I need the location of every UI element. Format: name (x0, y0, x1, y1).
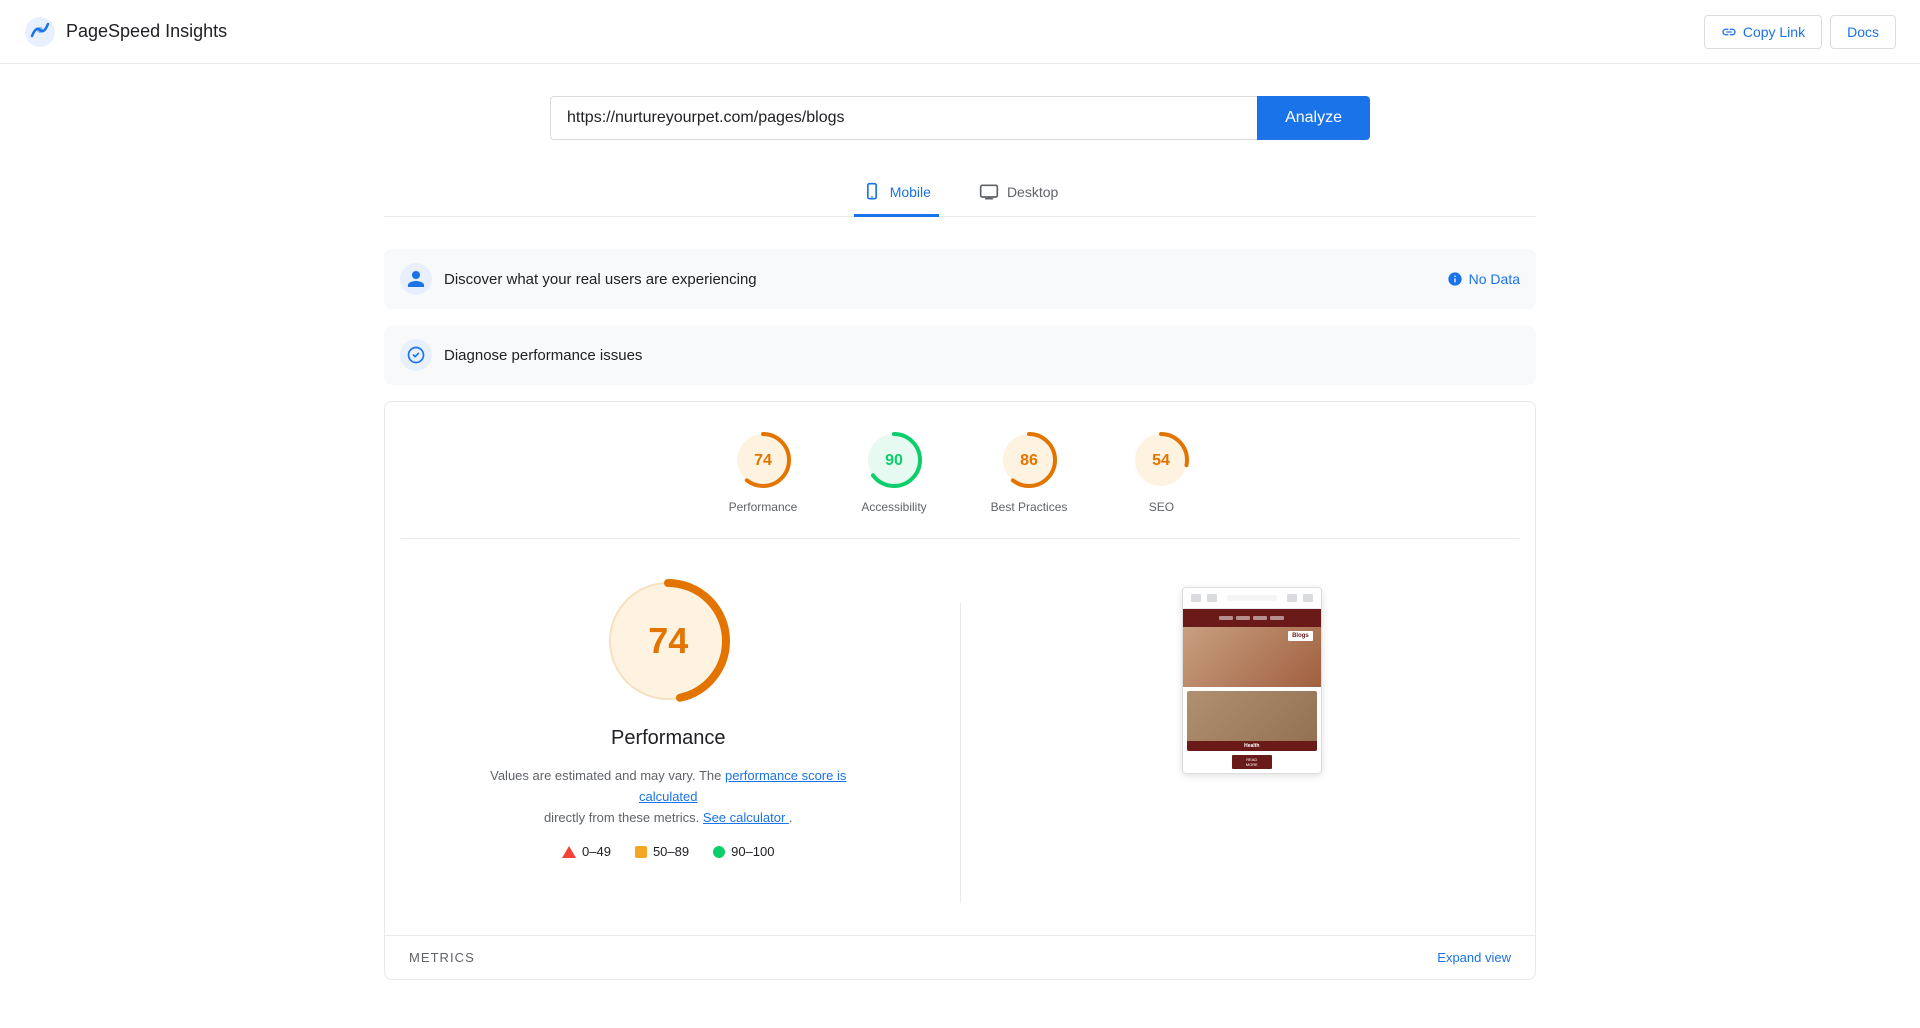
site-screenshot: Blogs Health READ MORE (1182, 587, 1322, 774)
mockup-logo (1227, 595, 1277, 601)
desktop-icon (979, 182, 999, 202)
header: PageSpeed Insights Copy Link Docs (0, 0, 1920, 64)
real-users-icon (400, 263, 432, 295)
analyze-button[interactable]: Analyze (1257, 96, 1370, 140)
device-tabs: Mobile Desktop (384, 172, 1536, 217)
big-score: 74 (598, 571, 738, 711)
score-accessibility[interactable]: 90 Accessibility (861, 430, 926, 514)
url-input[interactable] (550, 96, 1257, 140)
mockup-menu-icon (1191, 594, 1201, 602)
app-title: PageSpeed Insights (66, 21, 227, 42)
calculator-link[interactable]: See calculator (703, 810, 789, 825)
perf-divider (960, 603, 961, 903)
logo-area: PageSpeed Insights (24, 16, 227, 48)
legend-red-icon (562, 846, 576, 858)
mockup-toolbar (1183, 588, 1321, 609)
score-best-practices[interactable]: 86 Best Practices (991, 430, 1068, 514)
main-content: Analyze Mobile Desktop Di (360, 64, 1560, 1028)
real-users-title: Discover what your real users are experi… (444, 271, 757, 288)
info-icon (1447, 271, 1463, 287)
legend-red: 0–49 (562, 844, 611, 859)
mockup-health-label: Health (1187, 741, 1317, 751)
copy-link-label: Copy Link (1743, 24, 1805, 40)
legend-green: 90–100 (713, 844, 774, 859)
header-actions: Copy Link Docs (1704, 15, 1896, 49)
performance-right: Blogs Health READ MORE (993, 571, 1512, 774)
best-practices-circle: 86 (999, 430, 1059, 490)
mockup-hero: Blogs (1183, 627, 1321, 687)
performance-label: Performance (729, 500, 798, 514)
seo-label: SEO (1149, 500, 1174, 514)
score-card: 74 Performance 90 Accessibility 86 Best … (384, 401, 1536, 980)
svg-text:90: 90 (885, 452, 903, 469)
score-performance[interactable]: 74 Performance (729, 430, 798, 514)
pagespeed-logo (24, 16, 56, 48)
svg-text:74: 74 (754, 452, 772, 469)
performance-description: Values are estimated and may vary. The p… (478, 766, 858, 828)
legend-green-icon (713, 846, 725, 858)
url-section: Analyze (550, 96, 1370, 140)
expand-view-link[interactable]: Expand view (1437, 950, 1511, 965)
mockup-read-more-btn: READ MORE (1232, 755, 1272, 769)
metrics-footer: METRICS Expand view (385, 935, 1535, 979)
mockup-user-icon (1287, 594, 1297, 602)
scores-row: 74 Performance 90 Accessibility 86 Best … (385, 402, 1535, 538)
best-practices-label: Best Practices (991, 500, 1068, 514)
diagnose-title: Diagnose performance issues (444, 347, 642, 364)
tab-mobile-label: Mobile (890, 184, 931, 200)
mockup-blogs-label: Blogs (1288, 631, 1313, 641)
no-data-label: No Data (1469, 271, 1520, 287)
copy-link-button[interactable]: Copy Link (1704, 15, 1822, 49)
performance-detail: 74 Performance Values are estimated and … (385, 539, 1535, 935)
mockup-search-icon (1207, 594, 1217, 602)
real-users-banner: Discover what your real users are experi… (384, 249, 1536, 309)
seo-circle: 54 (1131, 430, 1191, 490)
diagnose-icon (400, 339, 432, 371)
mockup-cart-icon (1303, 594, 1313, 602)
accessibility-circle: 90 (864, 430, 924, 490)
big-score-number: 74 (648, 620, 688, 662)
docs-link[interactable]: Docs (1830, 15, 1896, 49)
mobile-icon (862, 182, 882, 202)
tab-mobile[interactable]: Mobile (854, 172, 939, 217)
link-icon (1721, 24, 1737, 40)
tab-desktop[interactable]: Desktop (971, 172, 1066, 217)
accessibility-label: Accessibility (861, 500, 926, 514)
performance-left: 74 Performance Values are estimated and … (409, 571, 928, 859)
metrics-label: METRICS (409, 950, 475, 965)
score-seo[interactable]: 54 SEO (1131, 430, 1191, 514)
performance-title: Performance (611, 727, 726, 750)
mockup-card: Health (1187, 691, 1317, 751)
mockup-nav-bar (1183, 609, 1321, 627)
legend-orange-icon (635, 846, 647, 858)
score-legend: 0–49 50–89 90–100 (562, 844, 774, 859)
tab-desktop-label: Desktop (1007, 184, 1058, 200)
diagnose-banner: Diagnose performance issues (384, 325, 1536, 385)
performance-circle: 74 (733, 430, 793, 490)
legend-orange: 50–89 (635, 844, 689, 859)
svg-text:86: 86 (1020, 452, 1038, 469)
no-data-indicator: No Data (1447, 271, 1520, 287)
svg-text:54: 54 (1152, 452, 1170, 469)
